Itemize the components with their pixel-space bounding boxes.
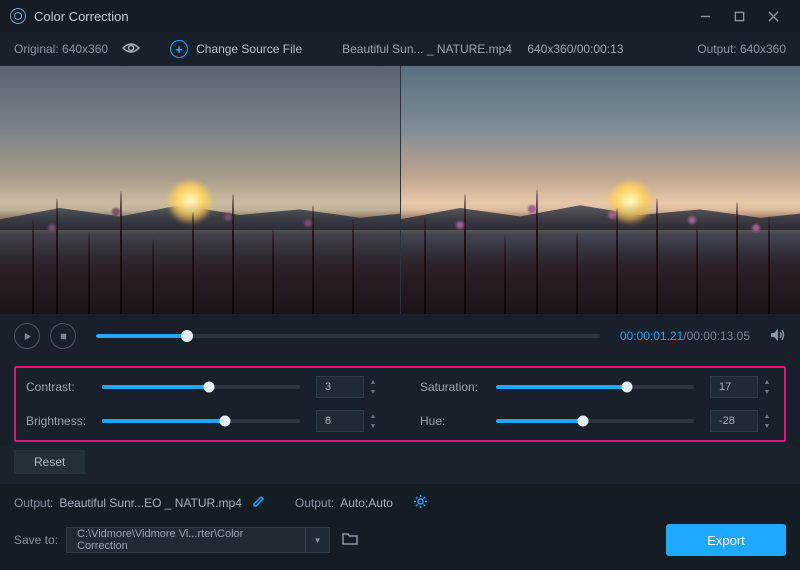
preview-original xyxy=(0,66,400,314)
output-file-label: Output: xyxy=(14,496,53,510)
save-path-field[interactable]: C:\Vidmore\Vidmore Vi...rter\Color Corre… xyxy=(66,527,306,553)
output-dimensions: Output: 640x360 xyxy=(697,42,786,56)
hue-row: Hue: -28 ▲▼ xyxy=(420,410,774,432)
brightness-step-down[interactable]: ▼ xyxy=(366,421,380,431)
contrast-row: Contrast: 3 ▲▼ xyxy=(26,376,380,398)
brightness-row: Brightness: 8 ▲▼ xyxy=(26,410,380,432)
play-button[interactable] xyxy=(14,323,40,349)
original-dimensions: Original: 640x360 xyxy=(14,42,108,56)
output-settings-label: Output: xyxy=(295,496,334,510)
saturation-value[interactable]: 17 xyxy=(710,376,758,398)
output-settings-icon[interactable] xyxy=(413,494,428,512)
volume-icon[interactable] xyxy=(770,328,786,345)
change-source-button[interactable]: Change Source File xyxy=(196,42,302,56)
export-button[interactable]: Export xyxy=(666,524,786,556)
saturation-step-down[interactable]: ▼ xyxy=(760,387,774,397)
contrast-value[interactable]: 3 xyxy=(316,376,364,398)
preview-toggle-icon[interactable] xyxy=(122,42,140,57)
time-current: 00:00:01.21 xyxy=(620,329,683,343)
hue-label: Hue: xyxy=(420,414,496,428)
window-title: Color Correction xyxy=(34,9,129,24)
output-info-row: Output: Beautiful Sunr...EO _ NATUR.mp4 … xyxy=(14,490,786,516)
add-source-icon[interactable]: + xyxy=(170,40,188,58)
timeline-progress xyxy=(96,334,187,338)
title-bar: Color Correction xyxy=(0,0,800,32)
output-settings-value: Auto;Auto xyxy=(340,496,393,510)
saturation-row: Saturation: 17 ▲▼ xyxy=(420,376,774,398)
brightness-label: Brightness: xyxy=(26,414,102,428)
info-bar: Original: 640x360 + Change Source File B… xyxy=(0,32,800,66)
brightness-value[interactable]: 8 xyxy=(316,410,364,432)
output-file-value: Beautiful Sunr...EO _ NATUR.mp4 xyxy=(59,496,242,510)
timeline-thumb[interactable] xyxy=(181,330,193,342)
brightness-step-up[interactable]: ▲ xyxy=(366,411,380,421)
stop-button[interactable] xyxy=(50,323,76,349)
save-to-label: Save to: xyxy=(14,533,58,547)
contrast-label: Contrast: xyxy=(26,380,102,394)
adjustment-highlight-frame: Contrast: 3 ▲▼ Saturation: 17 ▲▼ Brightn… xyxy=(14,366,786,442)
contrast-step-down[interactable]: ▼ xyxy=(366,387,380,397)
contrast-slider[interactable] xyxy=(102,385,300,389)
minimize-button[interactable] xyxy=(688,2,722,30)
reset-row: Reset xyxy=(0,446,800,484)
source-file-meta: 640x360/00:00:13 xyxy=(527,42,623,56)
adjustments-panel: Contrast: 3 ▲▼ Saturation: 17 ▲▼ Brightn… xyxy=(0,358,800,446)
playback-bar: 00:00:01.21/00:00:13.05 xyxy=(0,314,800,358)
source-file-name: Beautiful Sun... _ NATURE.mp4 xyxy=(342,42,512,56)
save-row: Save to: C:\Vidmore\Vidmore Vi...rter\Co… xyxy=(14,524,786,556)
hue-slider[interactable] xyxy=(496,419,694,423)
preview-area xyxy=(0,66,800,314)
brightness-slider[interactable] xyxy=(102,419,300,423)
preview-divider xyxy=(400,66,401,314)
save-path-dropdown[interactable]: ▼ xyxy=(306,527,330,553)
saturation-step-up[interactable]: ▲ xyxy=(760,377,774,387)
timeline-slider[interactable] xyxy=(96,334,600,338)
time-display: 00:00:01.21/00:00:13.05 xyxy=(620,329,750,343)
preview-corrected xyxy=(400,66,800,314)
app-icon xyxy=(10,8,26,24)
maximize-button[interactable] xyxy=(722,2,756,30)
source-file-info: Beautiful Sun... _ NATURE.mp4 640x360/00… xyxy=(342,42,623,56)
output-area: Output: Beautiful Sunr...EO _ NATUR.mp4 … xyxy=(0,484,800,570)
edit-output-name-icon[interactable] xyxy=(252,495,265,511)
saturation-label: Saturation: xyxy=(420,380,496,394)
saturation-slider[interactable] xyxy=(496,385,694,389)
time-total: /00:00:13.05 xyxy=(683,329,750,343)
open-folder-icon[interactable] xyxy=(342,532,358,548)
contrast-step-up[interactable]: ▲ xyxy=(366,377,380,387)
hue-step-down[interactable]: ▼ xyxy=(760,421,774,431)
hue-step-up[interactable]: ▲ xyxy=(760,411,774,421)
reset-button[interactable]: Reset xyxy=(14,450,85,474)
close-button[interactable] xyxy=(756,2,790,30)
hue-value[interactable]: -28 xyxy=(710,410,758,432)
